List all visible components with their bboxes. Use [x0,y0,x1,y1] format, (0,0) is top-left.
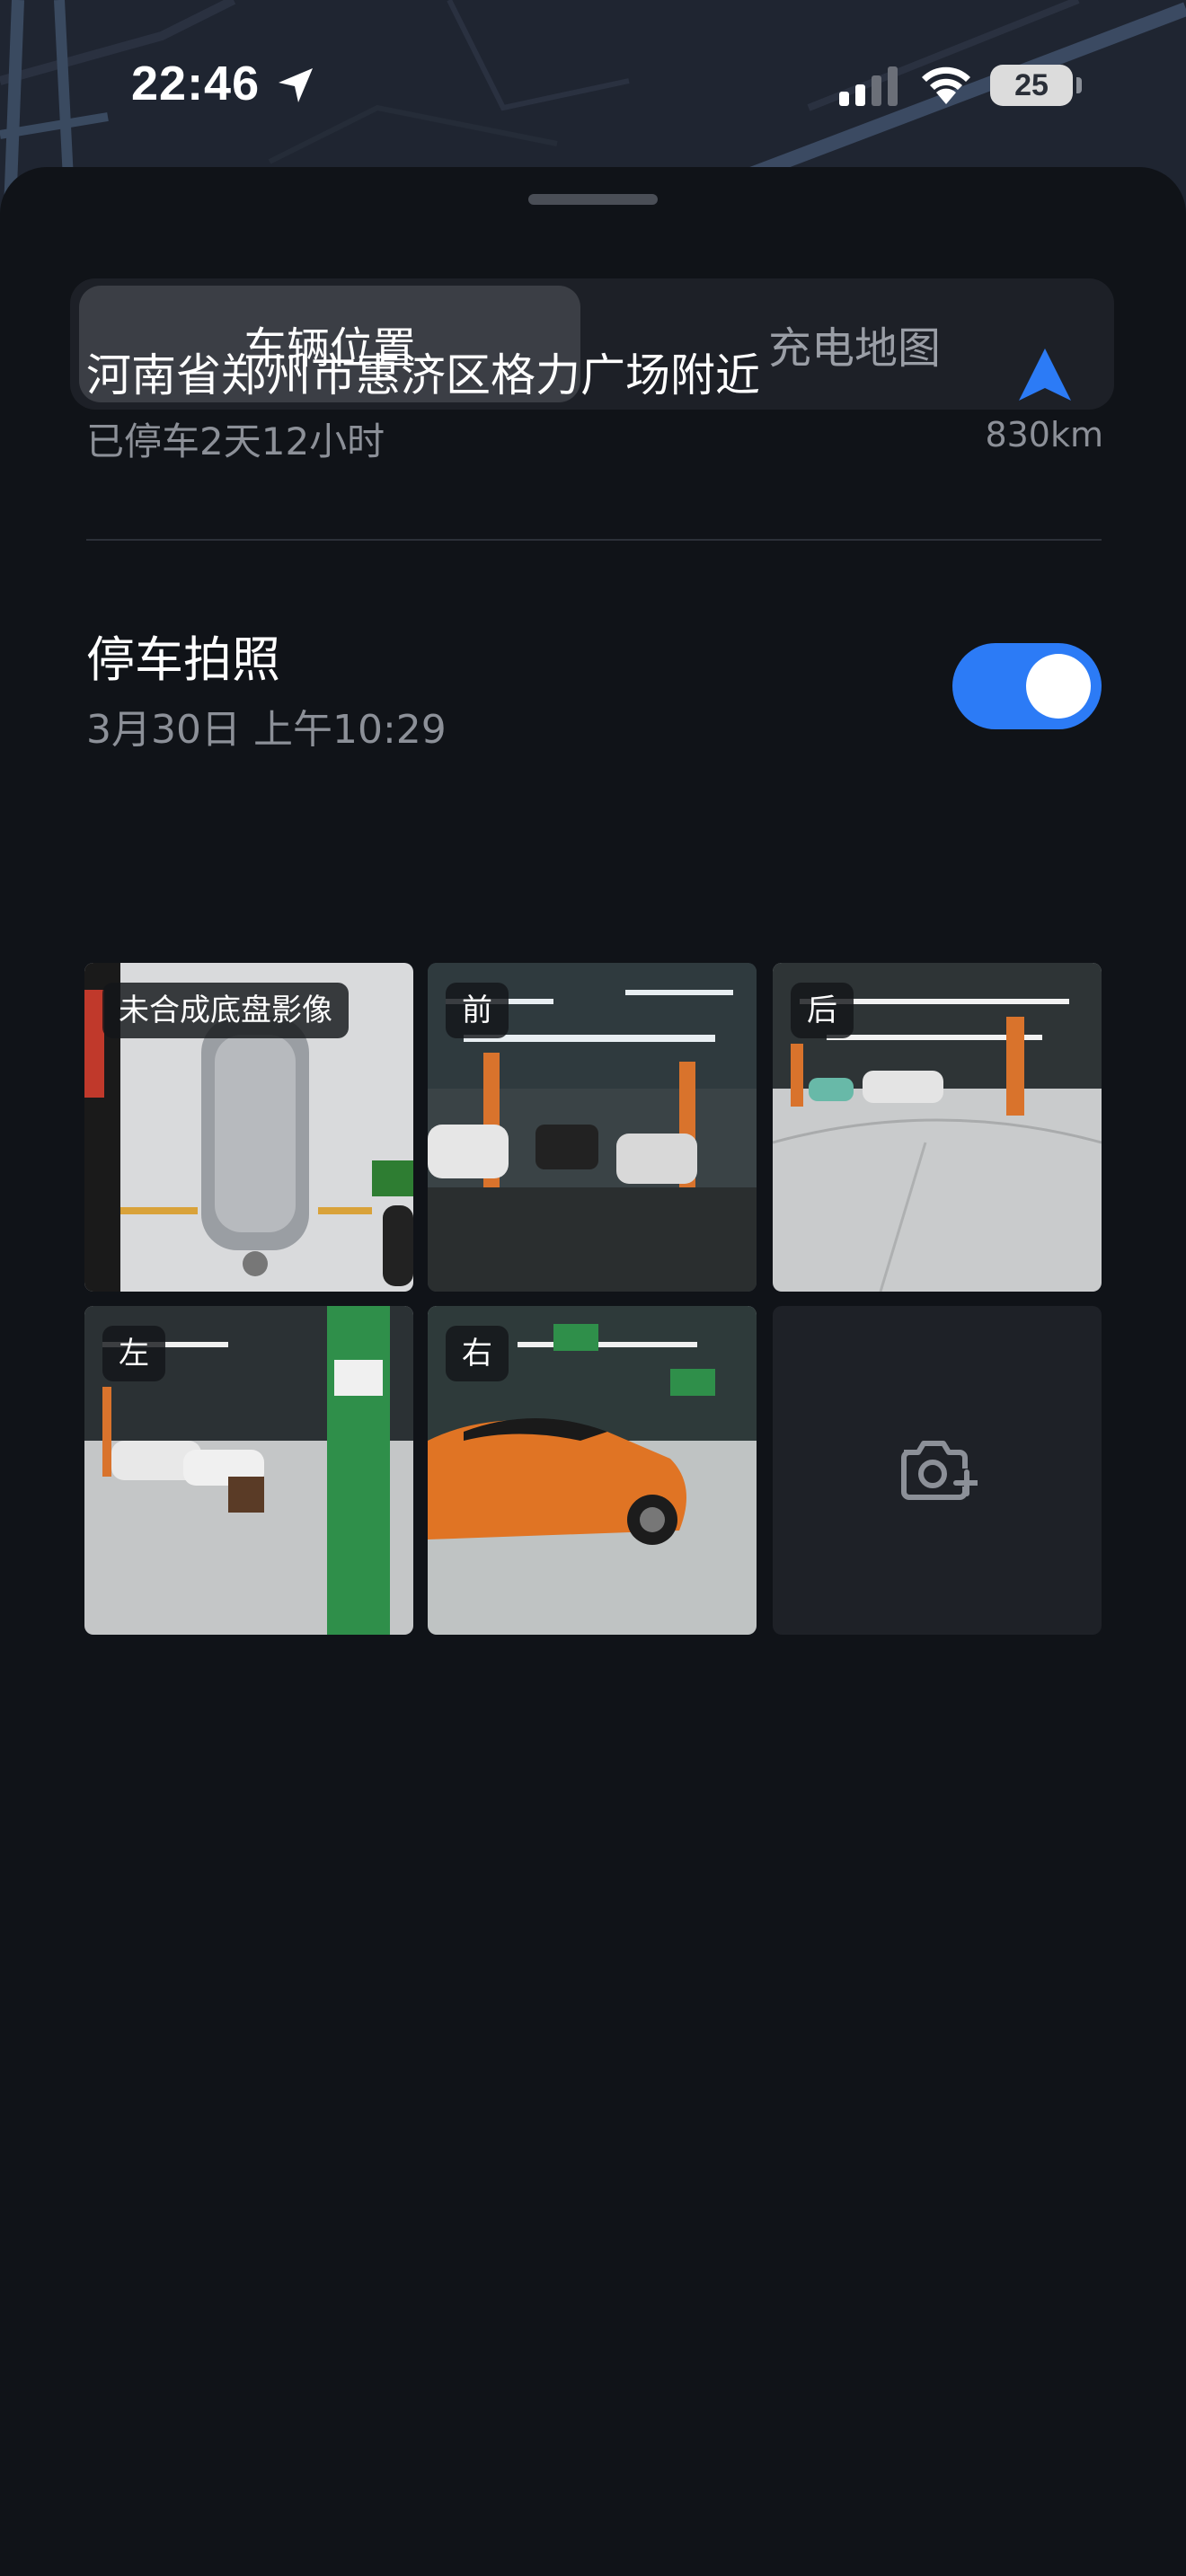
toggle-knob [1026,654,1091,719]
status-time: 22:46 [131,57,261,110]
sheet-grabber[interactable] [528,194,658,205]
add-photo-button[interactable] [773,1306,1102,1635]
photo-label: 未合成底盘影像 [102,983,349,1038]
distance-label: 830km [985,415,1103,454]
vehicle-address: 河南省郑州市惠济区格力广场附近 [86,349,760,401]
parking-photo-toggle[interactable] [952,643,1102,729]
parking-photo-title: 停车拍照 [86,631,280,688]
wifi-icon [922,66,970,104]
photo-right[interactable]: 右 [428,1306,757,1635]
signal-icon [839,66,898,106]
navigation-arrow-icon[interactable] [1015,348,1075,402]
photo-rear[interactable]: 后 [773,963,1102,1292]
status-bar: 22:46 25 [0,0,1186,171]
location-arrow-icon [279,68,313,102]
camera-add-icon [901,1441,978,1500]
photo-label: 后 [791,983,854,1038]
divider [86,539,1102,541]
battery-icon: 25 [990,65,1073,106]
photo-label: 左 [102,1326,165,1381]
parked-duration: 已停车2天12小时 [86,419,385,463]
parking-photo-time: 3月30日 上午10:29 [86,707,447,753]
photo-label: 右 [446,1326,509,1381]
photo-front[interactable]: 前 [428,963,757,1292]
photo-chassis[interactable]: 未合成底盘影像 [84,963,413,1292]
battery-tip [1076,77,1082,93]
photo-label: 前 [446,983,509,1038]
photo-left[interactable]: 左 [84,1306,413,1635]
